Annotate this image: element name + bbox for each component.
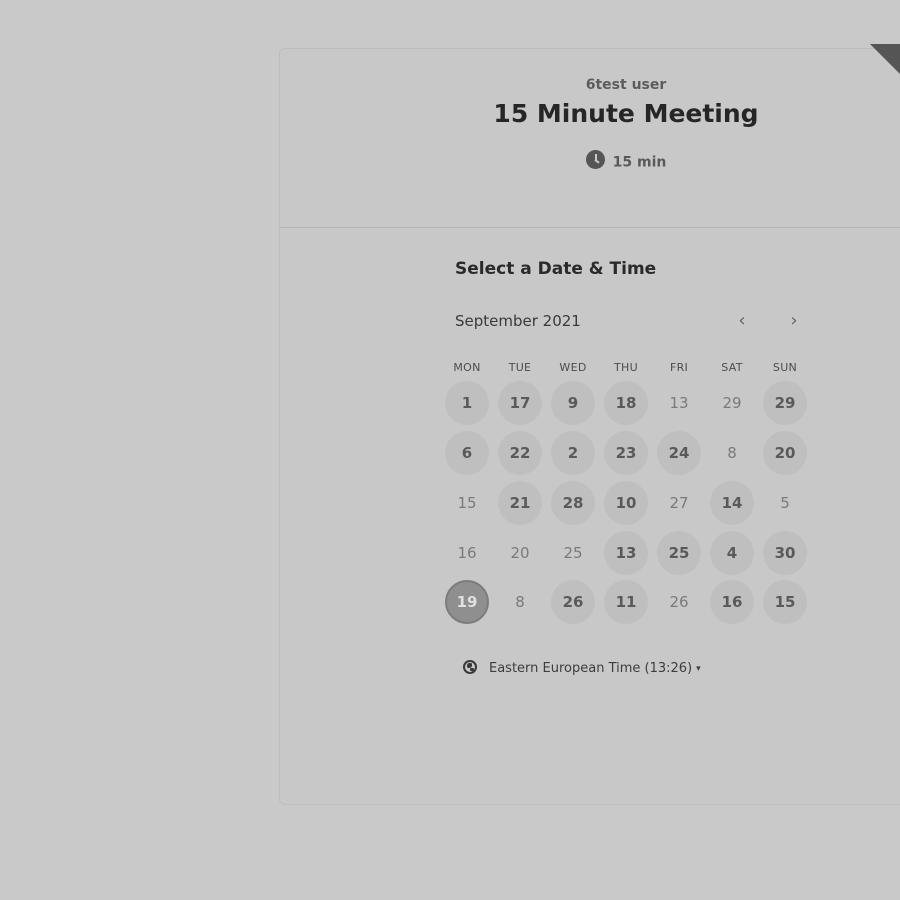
calendar-day[interactable]: 22 [498,431,542,475]
header-divider [280,227,900,228]
weekday-header: WED [559,361,587,374]
event-duration: 15 min [280,150,900,172]
calendar-day: 8 [727,444,737,462]
weekday-header: SAT [721,361,743,374]
calendar-day[interactable]: 21 [498,481,542,525]
calendar-day: 27 [669,494,689,512]
section-heading: Select a Date & Time [455,259,657,279]
calendar-day[interactable]: 11 [604,580,648,624]
calendar-day: 8 [515,593,525,611]
calendar-day: 15 [457,494,477,512]
globe-icon [463,659,477,674]
timezone-label: Eastern European Time (13:26) [489,661,693,676]
calendar-day[interactable]: 17 [498,381,542,425]
calendar-day[interactable]: 1 [445,381,489,425]
organizer-name: 6test user [585,77,667,93]
calendar-day[interactable]: 14 [710,481,754,525]
calendar-day[interactable]: 9 [551,381,595,425]
duration-label: 15 min [612,154,667,171]
calendar-day[interactable]: 16 [710,580,754,624]
weekday-header: MON [453,361,481,374]
calendar-day[interactable]: 15 [763,580,807,624]
calendar-day: 29 [722,394,742,412]
calendar-day[interactable]: 10 [604,481,648,525]
calendar-day: 25 [563,544,583,562]
calendar-day: 20 [510,544,530,562]
calendar-day[interactable]: 24 [657,431,701,475]
calendar-day[interactable]: 2 [551,431,595,475]
calendar-day: 5 [780,494,790,512]
calendar-day: 13 [669,394,689,412]
calendar-day[interactable]: 25 [657,531,701,575]
calendar-day: 16 [457,544,477,562]
calendar-day[interactable]: 29 [763,381,807,425]
calendar-day[interactable]: 6 [445,431,489,475]
chevron-left-icon[interactable]: ‹ [731,311,753,333]
calendar-day[interactable]: 28 [551,481,595,525]
calendar-day[interactable]: 18 [604,381,648,425]
caret-down-icon: ▾ [696,663,701,674]
timezone-selector[interactable]: Eastern European Time (13:26) ▾ [463,659,701,676]
calendar-day-selected[interactable]: 19 [445,580,489,624]
calendar-day[interactable]: 13 [604,531,648,575]
calendar-day[interactable]: 30 [763,531,807,575]
corner-badge [870,44,900,74]
weekday-header: FRI [669,361,689,374]
month-label: September 2021 [455,312,581,330]
calendar-day[interactable]: 20 [763,431,807,475]
calendar-day: 26 [669,593,689,611]
event-header: 6test user 15 Minute Meeting 15 min [280,49,900,227]
calendar-day[interactable]: 23 [604,431,648,475]
calendar-day[interactable]: 26 [551,580,595,624]
weekday-header: TUE [508,361,532,374]
chevron-right-icon[interactable]: › [783,311,805,333]
event-title: 15 Minute Meeting [493,99,759,128]
calendar-day[interactable]: 4 [710,531,754,575]
weekday-header: SUN [772,361,798,374]
clock-icon [585,150,605,169]
weekday-header: THU [614,361,638,374]
booking-card: 6test user 15 Minute Meeting 15 min Sele… [279,48,900,805]
